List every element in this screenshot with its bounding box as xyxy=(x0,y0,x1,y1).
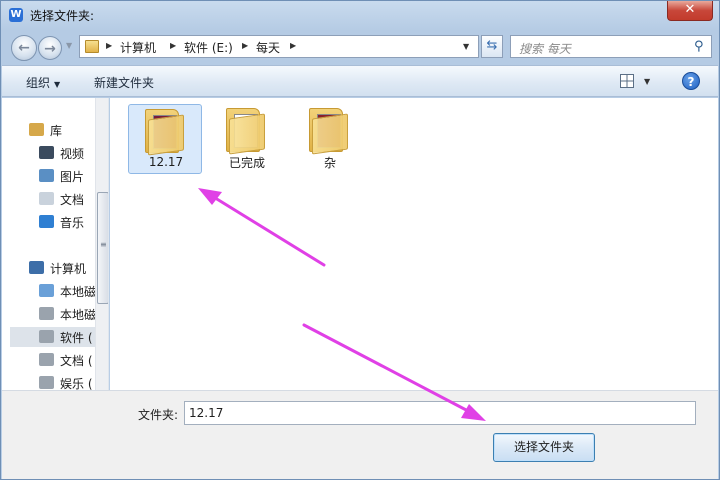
folder-item-label: 12.17 xyxy=(148,155,184,169)
organize-menu-button[interactable]: 组织 ▼ xyxy=(26,74,60,91)
command-toolbar: 组织 ▼ 新建文件夹 ▼ ? xyxy=(2,65,718,97)
folder-content-area: 12.17 已完成 杂 xyxy=(110,98,718,390)
folder-icon xyxy=(226,108,268,155)
sidebar-item-label: 计算机 xyxy=(50,262,87,276)
address-dropdown-icon[interactable]: ▼ xyxy=(463,42,469,51)
search-placeholder: 搜索 每天 xyxy=(519,42,571,56)
sidebar-item-label: 文档 xyxy=(60,193,85,207)
drive-icon xyxy=(39,330,54,343)
sidebar-item[interactable]: 文档 xyxy=(39,189,95,209)
breadcrumb-chevron-icon[interactable]: ▶ xyxy=(106,41,112,50)
forward-arrow-icon: → xyxy=(44,41,56,57)
title-bar: W 选择文件夹: ✕ xyxy=(1,1,719,29)
bottom-panel: 文件夹: 选择文件夹 xyxy=(2,390,718,479)
folder-icon xyxy=(309,108,351,155)
sidebar-item[interactable]: 音乐 xyxy=(39,212,95,232)
folder-item[interactable]: 已完成 xyxy=(210,104,284,174)
chevron-down-icon: ▼ xyxy=(54,80,61,89)
sidebar-item-label: 图片 xyxy=(60,170,85,184)
drive-icon xyxy=(39,376,54,389)
back-button[interactable]: ← xyxy=(11,35,37,61)
forward-button[interactable]: → xyxy=(38,36,62,60)
close-button[interactable]: ✕ xyxy=(667,1,713,21)
select-folder-button[interactable]: 选择文件夹 xyxy=(493,433,595,462)
breadcrumb-chevron-icon[interactable]: ▶ xyxy=(242,41,248,50)
refresh-icon: ⇆ xyxy=(486,38,498,53)
breadcrumb-computer[interactable]: 计算机 xyxy=(120,39,156,56)
folder-item[interactable]: 12.17 xyxy=(128,104,202,174)
windows-drive-icon xyxy=(39,284,54,297)
refresh-button[interactable]: ⇆ xyxy=(481,35,503,58)
folder-name-input[interactable] xyxy=(184,401,696,425)
sidebar-item-label: 视频 xyxy=(60,147,85,161)
sidebar-item[interactable]: 计算机 xyxy=(29,258,95,278)
sidebar-item[interactable]: 本地磁 xyxy=(39,281,97,301)
folder-item-label: 杂 xyxy=(323,156,336,170)
breadcrumb-daily[interactable]: 每天 xyxy=(256,39,280,56)
document-icon xyxy=(39,192,54,205)
folder-item-label: 已完成 xyxy=(228,156,265,170)
sidebar-item-label: 文档 ( xyxy=(60,354,93,368)
folder-item[interactable]: 杂 xyxy=(293,104,367,174)
window-title: 选择文件夹: xyxy=(30,9,95,23)
folder-field-label: 文件夹: xyxy=(138,408,179,422)
sidebar-item-label: 音乐 xyxy=(60,216,85,230)
grip-icon: ≡ xyxy=(100,240,107,249)
breadcrumb-chevron-icon[interactable]: ▶ xyxy=(170,41,176,50)
sidebar-item[interactable]: 本地磁 xyxy=(39,304,97,324)
computer-icon xyxy=(29,261,44,274)
change-view-icon[interactable] xyxy=(620,74,634,88)
address-bar[interactable]: ▶ 计算机 ▶ 软件 (E:) ▶ 每天 ▶ ▼ xyxy=(79,35,479,58)
sidebar-item-label: 本地磁 xyxy=(60,285,97,299)
picture-icon xyxy=(39,169,54,182)
new-folder-button[interactable]: 新建文件夹 xyxy=(94,74,154,91)
back-arrow-icon: ← xyxy=(18,40,30,56)
wps-app-icon: W xyxy=(9,8,23,22)
music-icon xyxy=(39,215,54,228)
sidebar-item-label: 库 xyxy=(50,124,63,138)
sidebar-item-label: 娱乐 ( xyxy=(60,377,93,390)
folder-icon xyxy=(85,40,99,53)
breadcrumb-chevron-icon[interactable]: ▶ xyxy=(290,41,296,50)
breadcrumb-drive-e[interactable]: 软件 (E:) xyxy=(184,39,233,56)
folder-picker-dialog: W 选择文件夹: ✕ ← → ▼ ▶ 计算机 ▶ 软件 (E:) ▶ 每天 ▶ … xyxy=(0,0,720,480)
navigation-pane: 娱乐 (文档 (软件 (本地磁 本地磁 计算机 音乐 文档 图片 视频库 ≡ xyxy=(2,98,109,390)
scroll-thumb[interactable]: ≡ xyxy=(97,192,108,304)
organize-label: 组织 xyxy=(26,76,51,90)
recent-pages-dropdown[interactable]: ▼ xyxy=(66,41,72,50)
sidebar-item[interactable]: 文档 ( xyxy=(39,350,95,370)
sidebar-item[interactable]: 图片 xyxy=(39,166,95,186)
search-box[interactable]: 搜索 每天 ⚲ xyxy=(510,35,712,58)
drive-icon xyxy=(39,353,54,366)
sidebar-item[interactable]: 娱乐 ( xyxy=(39,373,95,390)
sidebar-item[interactable]: 视频 xyxy=(39,143,95,163)
help-icon[interactable]: ? xyxy=(682,72,700,90)
sidebar-item[interactable]: 软件 ( xyxy=(10,327,95,347)
sidebar-item-label: 软件 ( xyxy=(60,331,93,345)
view-options-dropdown-icon[interactable]: ▼ xyxy=(644,77,650,86)
sidebar-item-label: 本地磁 xyxy=(60,308,97,322)
folder-icon xyxy=(145,109,187,156)
library-icon xyxy=(29,123,44,136)
drive-icon xyxy=(39,307,54,320)
video-icon xyxy=(39,146,54,159)
sidebar-item[interactable]: 库 xyxy=(29,120,95,140)
nav-scrollbar[interactable]: ≡ xyxy=(95,98,108,390)
search-icon[interactable]: ⚲ xyxy=(694,39,704,54)
